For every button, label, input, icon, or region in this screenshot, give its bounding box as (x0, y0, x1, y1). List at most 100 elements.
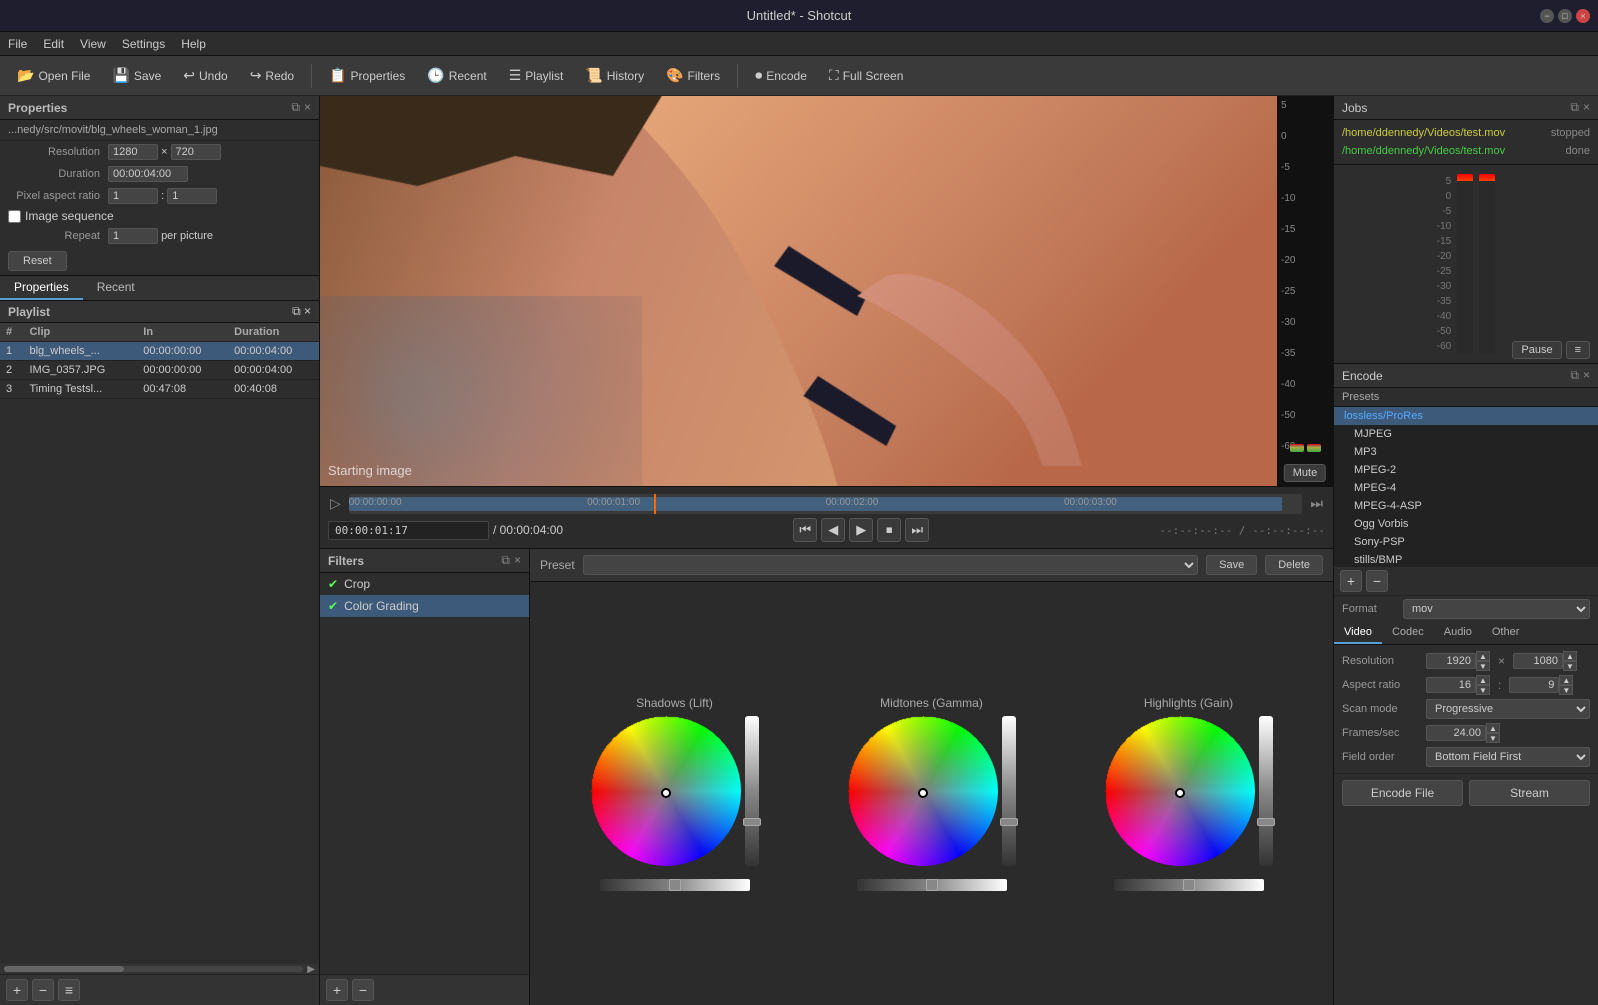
history-button[interactable]: 📜 History (576, 62, 653, 89)
filter-item-crop[interactable]: ✔ Crop (320, 573, 529, 595)
menu-edit[interactable]: Edit (43, 37, 64, 51)
tab-codec[interactable]: Codec (1382, 622, 1434, 644)
table-row[interactable]: 2 IMG_0357.JPG 00:00:00:00 00:00:04:00 (0, 361, 319, 380)
filter-item-colorgrading[interactable]: ✔ Color Grading (320, 595, 529, 617)
playlist-button[interactable]: ☰ Playlist (500, 62, 573, 89)
preset-item-mpeg4[interactable]: MPEG-4 (1334, 479, 1598, 497)
tab-audio[interactable]: Audio (1434, 622, 1482, 644)
preset-item-mpeg2[interactable]: MPEG-2 (1334, 461, 1598, 479)
reset-button[interactable]: Reset (8, 251, 67, 271)
pixel-aspect-n-input[interactable] (108, 188, 158, 204)
playlist-float-btn[interactable]: ⧉ (292, 304, 301, 318)
menu-help[interactable]: Help (181, 37, 206, 51)
delete-preset-button[interactable]: Delete (1265, 555, 1323, 575)
midtones-color-wheel[interactable] (848, 716, 998, 866)
tab-other[interactable]: Other (1482, 622, 1530, 644)
prev-frame-button[interactable]: ◀ (821, 518, 845, 542)
timeline-end-btn[interactable]: ⏭ (1306, 493, 1327, 514)
table-row[interactable]: 3 Timing Testsl... 00:47:08 00:40:08 (0, 380, 319, 399)
preset-select[interactable] (583, 555, 1198, 575)
save-preset-button[interactable]: Save (1206, 555, 1257, 575)
filter-add-button[interactable]: + (326, 979, 348, 1001)
playlist-remove-button[interactable]: − (32, 979, 54, 1001)
tab-recent[interactable]: Recent (83, 276, 149, 300)
filters-close-btn[interactable]: × (514, 553, 521, 568)
fps-down[interactable]: ▼ (1486, 733, 1500, 743)
fps-up[interactable]: ▲ (1486, 723, 1500, 733)
encode-close-btn[interactable]: × (1583, 368, 1590, 383)
save-button[interactable]: 💾 Save (103, 62, 170, 89)
menu-view[interactable]: View (80, 37, 106, 51)
skip-start-button[interactable]: ⏮ (793, 518, 817, 542)
filters-float-btn[interactable]: ⧉ (501, 553, 510, 568)
skip-end-button[interactable]: ⏭ (905, 518, 929, 542)
frames-sec-input[interactable] (1426, 725, 1486, 741)
preset-item-mp3[interactable]: MP3 (1334, 443, 1598, 461)
redo-button[interactable]: ↪ Redo (241, 62, 303, 89)
res-w-down[interactable]: ▼ (1476, 661, 1490, 671)
job-item-1[interactable]: /home/ddennedy/Videos/test.mov stopped (1334, 124, 1598, 142)
fullscreen-button[interactable]: ⛶ Full Screen (820, 62, 913, 89)
scroll-right[interactable]: ▶ (307, 964, 315, 975)
recent-button[interactable]: 🕒 Recent (418, 62, 495, 89)
highlights-bottom-slider[interactable] (1114, 879, 1264, 891)
maximize-button[interactable]: □ (1558, 9, 1572, 23)
resolution-h-input[interactable] (171, 144, 221, 160)
timeline-expand-btn[interactable]: ▷ (326, 493, 345, 514)
highlights-slider[interactable] (1259, 716, 1273, 866)
job-item-2[interactable]: /home/ddennedy/Videos/test.mov done (1334, 142, 1598, 160)
minimize-button[interactable]: − (1540, 9, 1554, 23)
preset-remove-button[interactable]: − (1366, 570, 1388, 592)
res-w-up[interactable]: ▲ (1476, 651, 1490, 661)
aspect-h-down[interactable]: ▼ (1559, 685, 1573, 695)
midtones-bottom-slider[interactable] (857, 879, 1007, 891)
res-h-down[interactable]: ▼ (1563, 661, 1577, 671)
pause-button[interactable]: Pause (1512, 341, 1561, 359)
field-order-select[interactable]: Bottom Field First (1426, 747, 1590, 767)
aspect-w-up[interactable]: ▲ (1476, 675, 1490, 685)
format-select[interactable]: mov (1403, 599, 1590, 619)
aspect-w-down[interactable]: ▼ (1476, 685, 1490, 695)
midtones-slider[interactable] (1002, 716, 1016, 866)
menu-settings[interactable]: Settings (122, 37, 165, 51)
aspect-w-input[interactable] (1426, 677, 1476, 693)
undo-button[interactable]: ↩ Undo (174, 62, 236, 89)
tab-video[interactable]: Video (1334, 622, 1382, 644)
playlist-add-button[interactable]: + (6, 979, 28, 1001)
menu-file[interactable]: File (8, 37, 27, 51)
shadows-color-wheel[interactable] (591, 716, 741, 866)
preset-item-sony[interactable]: Sony-PSP (1334, 533, 1598, 551)
encode-res-h-input[interactable] (1513, 653, 1563, 669)
jobs-close-btn[interactable]: × (1583, 100, 1590, 115)
properties-close-btn[interactable]: × (304, 100, 311, 115)
preset-item-bmp[interactable]: stills/BMP (1334, 551, 1598, 567)
encode-button[interactable]: ⏺ Encode (746, 62, 816, 89)
preset-item-mpeg4asp[interactable]: MPEG-4-ASP (1334, 497, 1598, 515)
playlist-menu-button[interactable]: ≡ (58, 979, 80, 1001)
close-button[interactable]: × (1576, 9, 1590, 23)
highlights-color-wheel[interactable] (1105, 716, 1255, 866)
preset-item-lossless[interactable]: lossless/ProRes (1334, 407, 1598, 425)
scan-mode-select[interactable]: Progressive (1426, 699, 1590, 719)
encode-file-button[interactable]: Encode File (1342, 780, 1463, 806)
image-sequence-checkbox[interactable] (8, 210, 21, 223)
preset-add-button[interactable]: + (1340, 570, 1362, 592)
shadows-bottom-slider[interactable] (600, 879, 750, 891)
shadows-slider[interactable] (745, 716, 759, 866)
preset-item-ogg[interactable]: Ogg Vorbis (1334, 515, 1598, 533)
repeat-frames-input[interactable] (108, 228, 158, 244)
aspect-h-up[interactable]: ▲ (1559, 675, 1573, 685)
filter-remove-button[interactable]: − (352, 979, 374, 1001)
jobs-float-btn[interactable]: ⧉ (1570, 100, 1579, 115)
encode-float-btn[interactable]: ⧉ (1570, 368, 1579, 383)
tab-properties[interactable]: Properties (0, 276, 83, 300)
stream-button[interactable]: Stream (1469, 780, 1590, 806)
stop-button[interactable]: ⏹ (877, 518, 901, 542)
properties-float-btn[interactable]: ⧉ (291, 100, 300, 115)
duration-input[interactable] (108, 166, 188, 182)
res-h-up[interactable]: ▲ (1563, 651, 1577, 661)
audio-menu-button[interactable]: ≡ (1566, 341, 1590, 359)
filters-button[interactable]: 🎨 Filters (657, 62, 729, 89)
mute-button[interactable]: Mute (1284, 464, 1326, 482)
resolution-w-input[interactable] (108, 144, 158, 160)
